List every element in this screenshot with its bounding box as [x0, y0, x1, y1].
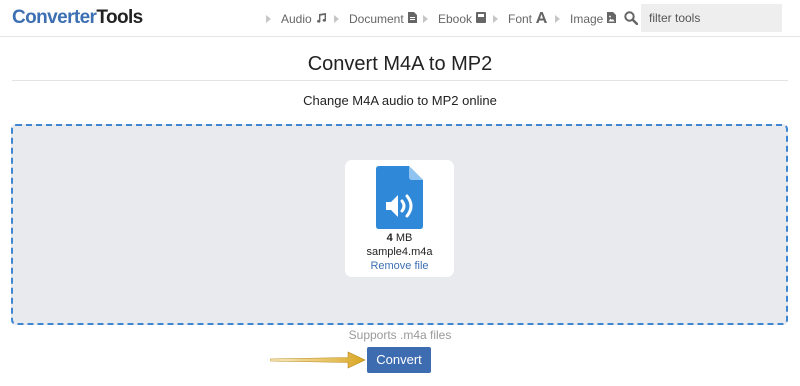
site-logo[interactable]: ConverterTools	[12, 7, 143, 29]
caret-right-icon	[555, 14, 560, 23]
nav-item-ebook[interactable]: Ebook	[423, 0, 487, 37]
image-file-icon	[607, 11, 617, 26]
remove-file-link[interactable]: Remove file	[345, 260, 454, 272]
nav-item-label: Ebook	[438, 11, 473, 26]
nav-item-label: Font	[508, 11, 533, 26]
caret-right-icon	[334, 14, 339, 23]
file-size: 4 MB	[345, 232, 454, 244]
page-title: Convert M4A to MP2	[307, 53, 493, 75]
nav-item-document[interactable]: Document	[334, 0, 417, 37]
nav-item-audio[interactable]: Audio	[266, 0, 327, 37]
title-divider	[12, 80, 788, 81]
file-size-unit: MB	[392, 232, 413, 244]
logo-part-tools: Tools	[96, 7, 143, 28]
book-icon	[476, 11, 487, 26]
supported-formats-note: Supports .m4a files	[348, 328, 452, 342]
convert-button[interactable]: Convert	[367, 347, 431, 373]
nav-item-image[interactable]: Image	[555, 0, 617, 37]
file-card: 4 MB sample4.m4a Remove file	[345, 160, 454, 277]
music-note-icon	[316, 12, 327, 26]
caret-right-icon	[423, 14, 428, 23]
search-input[interactable]	[641, 4, 782, 32]
caret-right-icon	[493, 14, 498, 23]
page-subtitle: Change M4A audio to MP2 online	[303, 93, 497, 108]
audio-file-icon	[376, 166, 423, 229]
nav-item-label: Audio	[281, 11, 312, 26]
search-icon[interactable]	[624, 11, 639, 26]
document-icon	[407, 11, 417, 26]
nav-item-label: Document	[349, 11, 404, 26]
file-name: sample4.m4a	[366, 246, 433, 258]
top-navbar: ConverterTools Audio Document Ebook Font…	[0, 0, 800, 37]
pointer-arrow-icon	[269, 351, 366, 369]
logo-part-converter: Converter	[12, 7, 97, 28]
font-icon	[536, 11, 548, 26]
caret-right-icon	[266, 14, 271, 23]
nav-item-font[interactable]: Font	[493, 0, 548, 37]
nav-item-label: Image	[570, 11, 604, 26]
